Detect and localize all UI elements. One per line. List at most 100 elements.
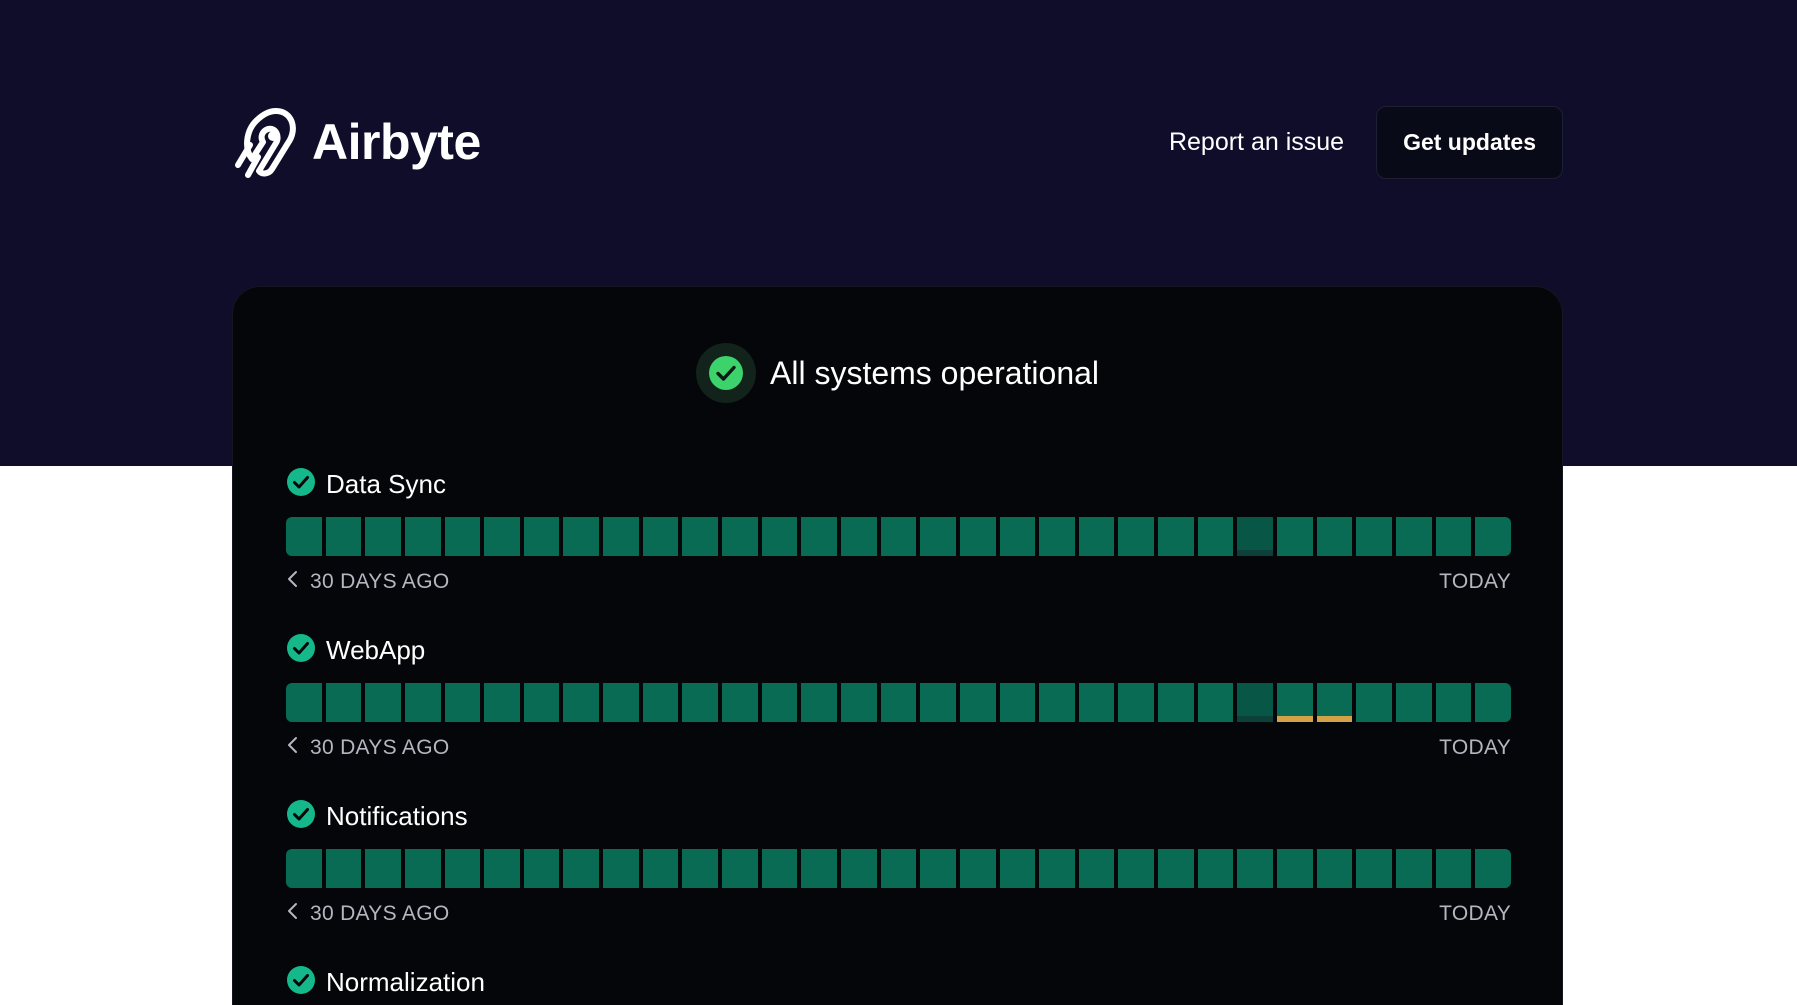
uptime-day-bar[interactable] (840, 849, 877, 888)
uptime-day-bar[interactable] (1158, 849, 1194, 888)
uptime-day-bar[interactable] (484, 517, 520, 556)
uptime-day-bar[interactable] (1039, 517, 1075, 556)
uptime-day-bar[interactable] (1277, 683, 1313, 722)
uptime-day-bar[interactable] (959, 517, 996, 556)
get-updates-button[interactable]: Get updates (1376, 105, 1563, 179)
uptime-day-bar[interactable] (523, 517, 560, 556)
uptime-day-bar[interactable] (722, 849, 758, 888)
uptime-day-bar[interactable] (1356, 683, 1392, 722)
range-start[interactable]: 30 DAYS AGO (286, 902, 449, 926)
uptime-day-bar[interactable] (1118, 683, 1155, 722)
uptime-day-bar[interactable] (1237, 849, 1274, 888)
uptime-day-bar[interactable] (1039, 683, 1075, 722)
uptime-day-bar[interactable] (682, 517, 719, 556)
uptime-day-bar[interactable] (880, 849, 917, 888)
uptime-day-bar[interactable] (1395, 683, 1432, 722)
uptime-day-bar[interactable] (880, 517, 917, 556)
uptime-day-bar[interactable] (1475, 849, 1511, 888)
uptime-day-bar[interactable] (1078, 683, 1115, 722)
uptime-day-bar[interactable] (404, 517, 441, 556)
uptime-day-bar[interactable] (1356, 517, 1392, 556)
uptime-day-bar[interactable] (286, 517, 322, 556)
uptime-day-bar[interactable] (1475, 683, 1511, 722)
uptime-day-bar[interactable] (761, 517, 798, 556)
uptime-day-bar[interactable] (801, 683, 837, 722)
uptime-day-bar[interactable] (1197, 849, 1234, 888)
uptime-day-bar[interactable] (642, 849, 679, 888)
uptime-day-bar[interactable] (920, 683, 956, 722)
uptime-day-bar[interactable] (999, 683, 1036, 722)
uptime-day-bar[interactable] (1395, 849, 1432, 888)
uptime-day-bar[interactable] (325, 683, 362, 722)
uptime-day-bar[interactable] (840, 517, 877, 556)
uptime-day-bar[interactable] (484, 683, 520, 722)
uptime-day-bar[interactable] (959, 849, 996, 888)
uptime-day-bar[interactable] (1316, 683, 1353, 722)
uptime-day-bar[interactable] (1078, 849, 1115, 888)
uptime-day-bar[interactable] (1197, 517, 1234, 556)
uptime-day-bar[interactable] (722, 517, 758, 556)
uptime-day-bar[interactable] (1118, 849, 1155, 888)
uptime-day-bar[interactable] (1435, 683, 1472, 722)
uptime-day-bar[interactable] (1277, 849, 1313, 888)
uptime-day-bar[interactable] (880, 683, 917, 722)
uptime-day-bar[interactable] (404, 683, 441, 722)
uptime-day-bar[interactable] (722, 683, 758, 722)
uptime-day-bar[interactable] (523, 683, 560, 722)
uptime-day-bar[interactable] (1197, 683, 1234, 722)
uptime-day-bar[interactable] (325, 849, 362, 888)
uptime-day-bar[interactable] (325, 517, 362, 556)
uptime-day-bar[interactable] (801, 517, 837, 556)
uptime-day-bar[interactable] (563, 683, 600, 722)
range-start[interactable]: 30 DAYS AGO (286, 570, 449, 594)
uptime-day-bar[interactable] (1158, 683, 1194, 722)
uptime-day-bar[interactable] (444, 517, 481, 556)
uptime-day-bar[interactable] (603, 849, 639, 888)
uptime-day-bar[interactable] (761, 849, 798, 888)
uptime-day-bar[interactable] (603, 683, 639, 722)
uptime-day-bar[interactable] (603, 517, 639, 556)
uptime-day-bar[interactable] (1237, 517, 1274, 556)
uptime-day-bar[interactable] (1316, 517, 1353, 556)
range-start[interactable]: 30 DAYS AGO (286, 736, 449, 760)
uptime-day-bar[interactable] (1435, 517, 1472, 556)
uptime-day-bar[interactable] (682, 683, 719, 722)
uptime-day-bar[interactable] (1356, 849, 1392, 888)
uptime-day-bar[interactable] (1078, 517, 1115, 556)
uptime-day-bar[interactable] (999, 517, 1036, 556)
brand-logo[interactable]: Airbyte (232, 105, 481, 179)
report-issue-link[interactable]: Report an issue (1169, 128, 1344, 157)
uptime-day-bar[interactable] (286, 683, 322, 722)
uptime-day-bar[interactable] (1039, 849, 1075, 888)
uptime-day-bar[interactable] (444, 683, 481, 722)
uptime-day-bar[interactable] (523, 849, 560, 888)
uptime-day-bar[interactable] (1158, 517, 1194, 556)
uptime-day-bar[interactable] (761, 683, 798, 722)
uptime-day-bar[interactable] (286, 849, 322, 888)
uptime-day-bar[interactable] (1316, 849, 1353, 888)
uptime-day-bar[interactable] (563, 517, 600, 556)
uptime-day-bar[interactable] (999, 849, 1036, 888)
uptime-day-bar[interactable] (959, 683, 996, 722)
uptime-day-bar[interactable] (801, 849, 837, 888)
uptime-day-bar[interactable] (1475, 517, 1511, 556)
uptime-day-bar[interactable] (484, 849, 520, 888)
uptime-day-bar[interactable] (1277, 517, 1313, 556)
uptime-day-bar[interactable] (682, 849, 719, 888)
uptime-day-bar[interactable] (920, 517, 956, 556)
uptime-day-bar[interactable] (920, 849, 956, 888)
uptime-day-bar[interactable] (1118, 517, 1155, 556)
uptime-day-bar[interactable] (1237, 683, 1274, 722)
uptime-day-bar[interactable] (642, 517, 679, 556)
uptime-day-bar[interactable] (365, 683, 401, 722)
uptime-day-bar[interactable] (1395, 517, 1432, 556)
uptime-day-bar[interactable] (563, 849, 600, 888)
uptime-day-bar[interactable] (365, 849, 401, 888)
uptime-day-bar[interactable] (444, 849, 481, 888)
uptime-day-bar[interactable] (840, 683, 877, 722)
range-end-label: TODAY (1439, 736, 1511, 759)
uptime-day-bar[interactable] (365, 517, 401, 556)
uptime-day-bar[interactable] (404, 849, 441, 888)
uptime-day-bar[interactable] (1435, 849, 1472, 888)
uptime-day-bar[interactable] (642, 683, 679, 722)
